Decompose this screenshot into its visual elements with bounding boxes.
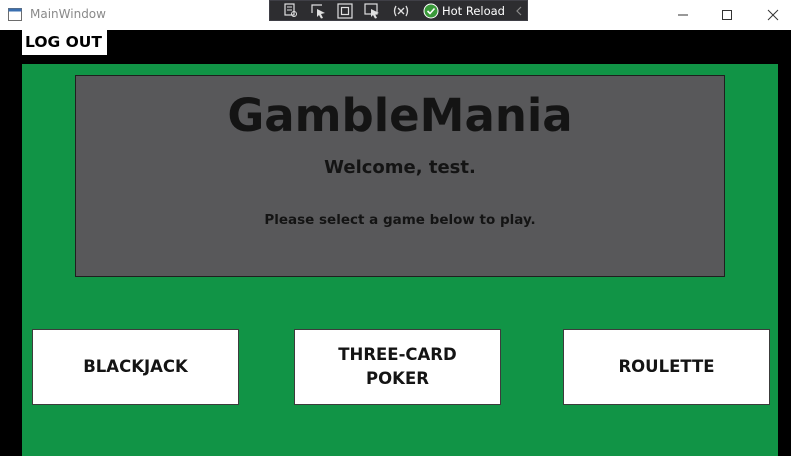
- collapse-chevron-icon[interactable]: [514, 4, 524, 18]
- display-layout-adorners-icon[interactable]: [336, 3, 354, 19]
- instruction-text: Please select a game below to play.: [264, 212, 536, 228]
- close-button[interactable]: [750, 0, 791, 30]
- app-title: GambleMania: [227, 89, 573, 142]
- poker-label-line2: POKER: [366, 369, 429, 388]
- roulette-button[interactable]: ROULETTE: [563, 329, 770, 405]
- select-element-icon[interactable]: [310, 3, 328, 19]
- welcome-message: Welcome, test.: [324, 157, 476, 178]
- live-visual-tree-icon[interactable]: [282, 3, 300, 19]
- close-icon: [767, 9, 779, 21]
- maximize-icon: [722, 10, 732, 20]
- app-window-icon: [8, 8, 22, 21]
- minimize-icon: [678, 14, 688, 16]
- minimize-button[interactable]: [660, 0, 706, 30]
- title-bar[interactable]: MainWindow Hot Reload: [0, 0, 791, 30]
- hot-reload-label[interactable]: Hot Reload: [442, 4, 505, 18]
- welcome-panel: GambleMania Welcome, test. Please select…: [75, 75, 725, 277]
- maximize-button[interactable]: [704, 0, 750, 30]
- three-card-poker-button[interactable]: THREE-CARD POKER: [294, 329, 501, 405]
- xaml-debug-toolbar: Hot Reload: [269, 0, 528, 21]
- window-title: MainWindow: [30, 7, 106, 21]
- roulette-label: ROULETTE: [618, 357, 715, 376]
- poker-label-line1: THREE-CARD: [338, 345, 457, 364]
- logout-button[interactable]: LOG OUT: [22, 30, 107, 55]
- blackjack-label: BLACKJACK: [83, 357, 188, 376]
- blackjack-button[interactable]: BLACKJACK: [32, 329, 239, 405]
- binding-failures-icon[interactable]: [392, 3, 410, 19]
- main-window: MainWindow Hot Reload LOG OUT GambleMani…: [0, 0, 791, 456]
- hot-reload-check-icon: [423, 3, 439, 19]
- track-focus-icon[interactable]: [363, 3, 381, 19]
